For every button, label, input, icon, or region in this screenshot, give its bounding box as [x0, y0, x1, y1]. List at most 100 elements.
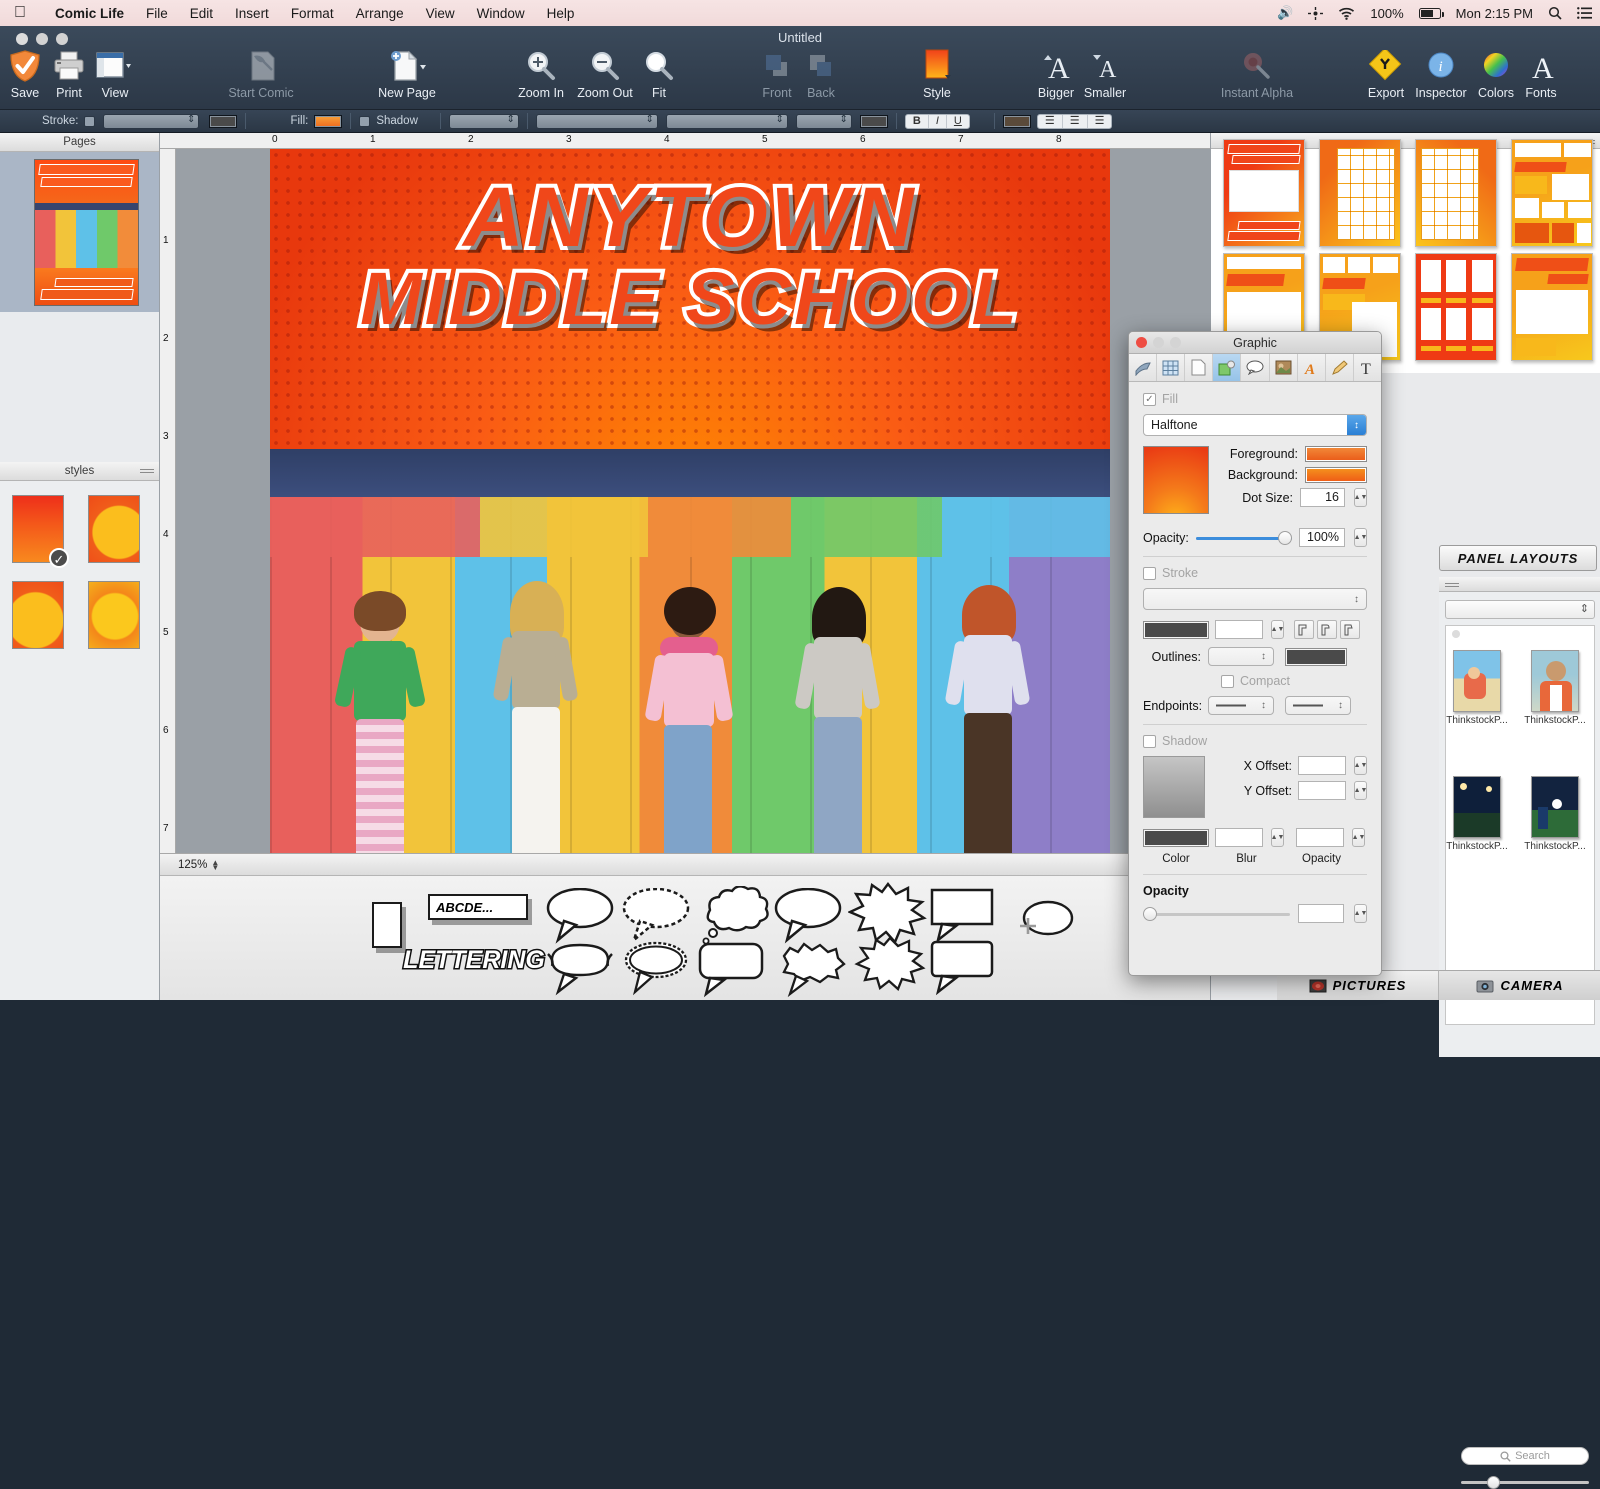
menu-edit[interactable]: Edit — [179, 6, 224, 21]
stroke-style-select[interactable]: ↕ — [1143, 588, 1367, 610]
battery-charging-icon[interactable] — [1419, 8, 1441, 19]
stroke-style-popup[interactable] — [103, 114, 199, 129]
pictures-source-select[interactable] — [1445, 600, 1595, 619]
spotlight-search-icon[interactable] — [1548, 6, 1562, 20]
x-offset-field[interactable] — [1298, 756, 1346, 775]
y-offset-field[interactable] — [1298, 781, 1346, 800]
foreground-color-swatch[interactable] — [1305, 446, 1367, 462]
shadow-preview[interactable] — [1143, 756, 1205, 818]
stroke-width-stepper[interactable]: ▲▼ — [1271, 620, 1284, 639]
x-offset-stepper[interactable]: ▲▼ — [1354, 756, 1367, 775]
stroke-color-swatch-inspector[interactable] — [1143, 621, 1209, 639]
stroke-width-field[interactable] — [1215, 620, 1263, 639]
font-family-popup-small[interactable] — [449, 114, 519, 129]
shadow-enable-checkbox[interactable] — [1143, 735, 1156, 748]
graphic-inspector-tab[interactable] — [1213, 354, 1241, 381]
corner-round-icon[interactable] — [1317, 620, 1337, 639]
toolbar-new-page-button[interactable]: New Page — [364, 48, 450, 100]
picture-item-2[interactable]: ThinkstockP... — [1520, 650, 1590, 726]
outlines-select[interactable]: ↕ — [1208, 647, 1274, 666]
page-inspector-tab[interactable] — [1185, 354, 1213, 381]
pencil-tab[interactable] — [1326, 354, 1354, 381]
menu-help[interactable]: Help — [536, 6, 586, 21]
toolbar-style-button[interactable]: Style — [894, 48, 980, 100]
background-color-swatch[interactable] — [1305, 467, 1367, 483]
tray-balloon-double[interactable] — [546, 940, 626, 998]
style-swatch-2[interactable] — [88, 495, 140, 563]
pictures-search-field[interactable]: Search — [1461, 1447, 1589, 1465]
tray-balloon-star[interactable] — [852, 936, 932, 998]
shadow-blur-stepper[interactable]: ▲▼ — [1271, 828, 1284, 847]
wifi-icon[interactable] — [1338, 7, 1355, 20]
tray-balloon-rounded-rect[interactable] — [696, 940, 782, 998]
alignment-buttons[interactable]: ☰ ☰ ☰ — [1037, 114, 1113, 129]
pictures-grid[interactable]: ThinkstockP... ThinkstockP... — [1445, 625, 1595, 1025]
canvas-scroll-area[interactable]: ANYTOWN MIDDLE SCHOOL — [176, 149, 1210, 853]
fill-color-swatch[interactable] — [314, 115, 342, 128]
vertical-ruler[interactable]: 1 2 3 4 5 6 7 — [160, 149, 176, 853]
comic-page[interactable]: ANYTOWN MIDDLE SCHOOL — [270, 149, 1110, 853]
y-offset-stepper[interactable]: ▲▼ — [1354, 781, 1367, 800]
tray-balloon-add-round[interactable] — [1008, 900, 1078, 956]
style-swatch-3[interactable] — [12, 581, 64, 649]
page-title-block[interactable]: ANYTOWN MIDDLE SCHOOL — [270, 175, 1110, 336]
picture-item-4[interactable]: ThinkstockP... — [1520, 776, 1590, 852]
fill-opacity-stepper[interactable]: ▲▼ — [1354, 528, 1367, 547]
halftone-preview[interactable] — [1143, 446, 1209, 514]
stroke-color-swatch[interactable] — [209, 115, 237, 128]
endpoint-end-select[interactable]: ↕ — [1285, 696, 1351, 715]
fill-checkbox[interactable]: ✓ — [1143, 393, 1156, 406]
underline-button[interactable]: U — [947, 115, 969, 128]
toolbar-smaller-button[interactable]: A Smaller — [1062, 48, 1148, 100]
inspector-close-button[interactable] — [1136, 337, 1147, 348]
camera-tab[interactable]: CAMERA — [1439, 970, 1600, 1000]
resize-grip-icon[interactable] — [140, 467, 154, 476]
tray-balloon-dashed[interactable] — [622, 888, 702, 946]
picture-item-1[interactable]: ThinkstockP... — [1442, 650, 1512, 726]
image-inspector-tab[interactable] — [1270, 354, 1298, 381]
zoom-stepper[interactable]: ▲▼ — [211, 860, 219, 870]
layout-grid-right[interactable] — [1415, 139, 1497, 247]
apple-icon[interactable]:  — [14, 5, 26, 21]
toolbar-view-button[interactable]: View — [72, 48, 158, 100]
tray-balloon-rect[interactable] — [928, 886, 1006, 944]
shadow-checkbox[interactable] — [359, 116, 370, 127]
horizontal-ruler[interactable]: 0 1 2 3 4 5 6 7 8 — [160, 133, 1210, 149]
inspector-zoom-button[interactable] — [1170, 337, 1181, 348]
shadow-blur-field[interactable] — [1215, 828, 1263, 847]
page-list-item[interactable]: 1 — [0, 152, 159, 312]
inspector-minimize-button[interactable] — [1153, 337, 1164, 348]
style-swatch-1[interactable]: ✓ — [12, 495, 64, 563]
corner-bevel-icon[interactable] — [1340, 620, 1360, 639]
outlines-color-swatch[interactable] — [1285, 648, 1347, 666]
page-header-banner[interactable]: ANYTOWN MIDDLE SCHOOL — [270, 149, 1110, 449]
tray-plain-text-box[interactable] — [372, 902, 402, 948]
menu-arrange[interactable]: Arrange — [345, 6, 415, 21]
font-style-popup[interactable] — [666, 114, 788, 129]
fill-opacity-field[interactable]: 100% — [1299, 528, 1345, 547]
tray-balloon-round[interactable] — [546, 888, 626, 946]
tray-lettering-item[interactable]: LETTERING — [412, 938, 536, 982]
layout-grid-left[interactable] — [1319, 139, 1401, 247]
airdrop-icon[interactable] — [1308, 7, 1323, 20]
fill-type-select[interactable]: Halftone ↕ — [1143, 414, 1367, 436]
shadow-opacity-stepper[interactable]: ▲▼ — [1352, 828, 1365, 847]
text-color-swatch[interactable] — [860, 115, 888, 128]
toolbar-start-comic-button[interactable]: Start Comic — [218, 48, 304, 100]
dot-size-stepper[interactable]: ▲▼ — [1354, 488, 1367, 507]
style-swatch-4[interactable] — [88, 581, 140, 649]
panel-layouts-button[interactable]: PANEL LAYOUTS — [1439, 545, 1597, 571]
pages-list[interactable]: 1 — [0, 152, 159, 462]
tray-balloon-jagged[interactable] — [776, 940, 860, 998]
opacity-slider[interactable] — [1143, 907, 1290, 921]
menu-insert[interactable]: Insert — [224, 6, 280, 21]
layout-six-panel[interactable] — [1415, 253, 1497, 361]
menu-bar-clock[interactable]: Mon 2:15 PM — [1456, 6, 1533, 21]
opacity-field[interactable] — [1298, 904, 1344, 923]
zoom-level-field[interactable]: 125% ▲▼ — [178, 859, 219, 871]
align-right-icon[interactable]: ☰ — [1088, 115, 1112, 128]
stroke-checkbox[interactable] — [84, 116, 95, 127]
pictures-resize-grip-icon[interactable] — [1445, 581, 1459, 590]
font-family-popup[interactable] — [536, 114, 658, 129]
layout-inspector-tab[interactable] — [1157, 354, 1185, 381]
